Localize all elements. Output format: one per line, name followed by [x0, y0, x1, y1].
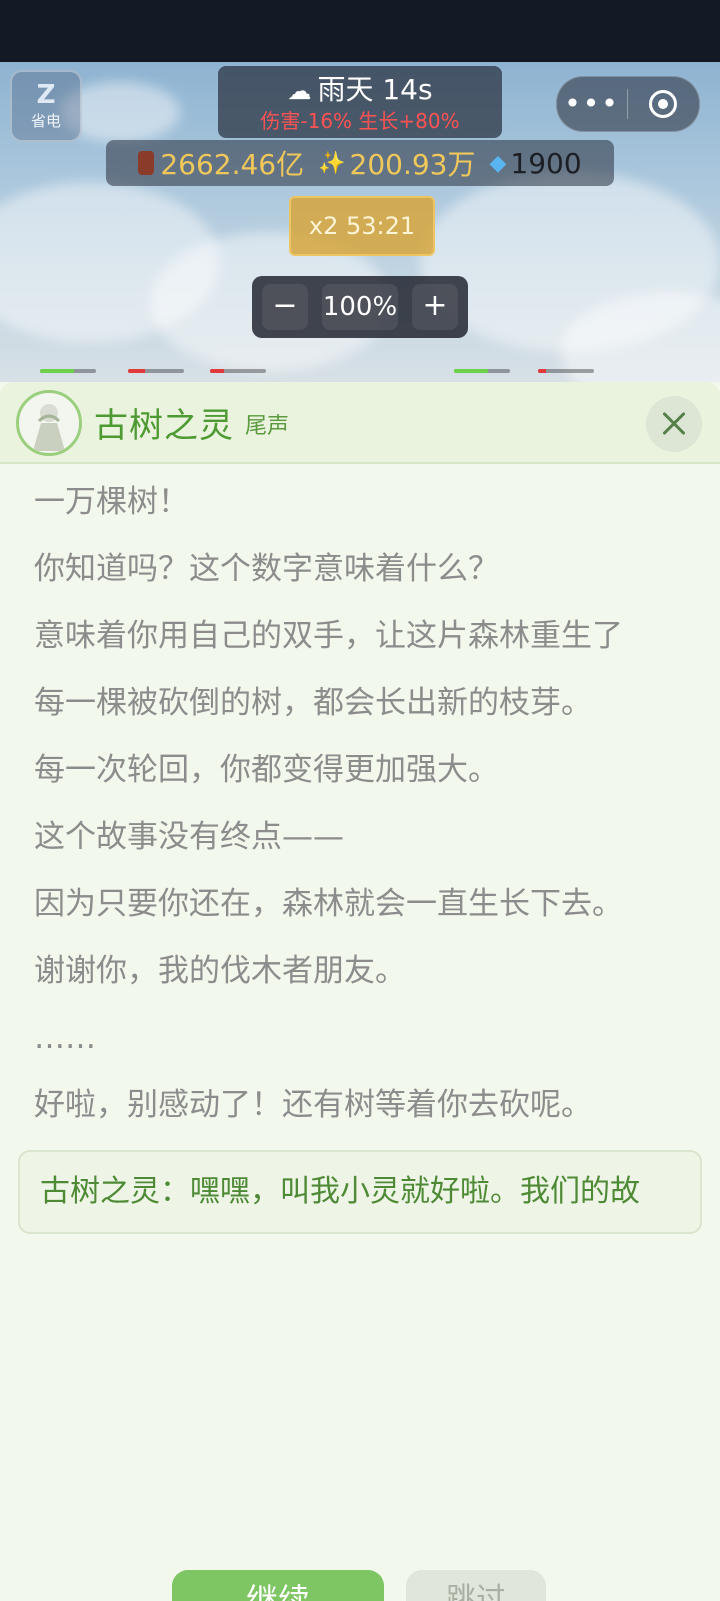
speaker-name: 古树之灵	[94, 406, 234, 446]
power-save-label: 省电	[30, 111, 61, 130]
gem-resource: ◆ 1900	[490, 147, 582, 180]
story-line: 因为只要你还在，森林就会一直生长下去。	[34, 886, 623, 922]
miniprogram-capsule: •••	[556, 76, 700, 132]
spirit-avatar	[16, 390, 82, 456]
story-line: 谢谢你，我的伐木者朋友。	[34, 953, 406, 989]
close-button[interactable]	[646, 396, 702, 452]
zoom-control: − 100% +	[252, 276, 468, 338]
zoom-in-button[interactable]: +	[412, 284, 458, 330]
story-line: 这个故事没有终点——	[34, 819, 344, 855]
story-line: 你知道吗？这个数字意味着什么？	[34, 551, 499, 587]
skip-button[interactable]: 跳过	[406, 1570, 546, 1601]
sleep-icon: Z	[36, 79, 56, 110]
zoom-level: 100%	[322, 284, 398, 330]
gem-amount: 1900	[510, 146, 582, 180]
continue-button[interactable]: 继续	[172, 1570, 384, 1601]
double-boost-button[interactable]: x2 53:21	[289, 196, 435, 256]
sparkle-icon: ✨	[318, 150, 346, 176]
status-bar	[0, 0, 720, 62]
wood-amount: 2662.46亿	[160, 148, 305, 181]
story-line: 意味着你用自己的双手，让这片森林重生了	[34, 618, 623, 654]
story-line: 每一棵被砍倒的树，都会长出新的枝芽。	[34, 685, 592, 721]
dialog-header: 古树之灵 尾声	[0, 382, 720, 464]
power-save-button[interactable]: Z 省电	[10, 70, 82, 142]
speaker-quote: 古树之灵：嘿嘿，叫我小灵就好啦。我们的故	[18, 1150, 702, 1234]
story-line: 好啦，别感动了！还有树等着你去砍呢。	[34, 1087, 592, 1123]
wood-log-icon	[138, 151, 155, 175]
story-line: 每一次轮回，你都变得更加强大。	[34, 752, 499, 788]
spark-resource: ✨ 200.93万	[318, 143, 475, 183]
zoom-out-button[interactable]: −	[262, 284, 308, 330]
diamond-icon: ◆	[489, 150, 507, 176]
weather-effects: 伤害-16% 生长+80%	[260, 109, 460, 133]
tree-health-bar	[210, 369, 266, 373]
tree-health-bar	[538, 369, 594, 373]
weather-panel: ☁ 雨天 14s 伤害-16% 生长+80%	[218, 66, 502, 138]
story-line: 一万棵树！	[34, 484, 189, 520]
tree-health-bar	[128, 369, 184, 373]
wood-resource: 2662.46亿	[138, 143, 304, 183]
tree-health-bar	[454, 369, 510, 373]
target-icon[interactable]	[628, 90, 698, 118]
spark-amount: 200.93万	[349, 148, 476, 181]
weather-title: 雨天 14s	[317, 73, 433, 106]
chapter-label: 尾声	[245, 414, 290, 439]
resource-bar: 2662.46亿 ✨ 200.93万 ◆ 1900	[106, 140, 614, 186]
more-dots-icon[interactable]: •••	[557, 77, 627, 131]
rain-cloud-icon: ☁	[287, 77, 312, 105]
tree-health-bar	[40, 369, 96, 373]
story-dialog: 古树之灵 尾声 一万棵树！ 你知道吗？这个数字意味着什么？ 意味着你用自己的双手…	[0, 382, 720, 1601]
story-line: ……	[34, 1020, 96, 1056]
story-text: 一万棵树！ 你知道吗？这个数字意味着什么？ 意味着你用自己的双手，让这片森林重生…	[34, 482, 694, 1152]
